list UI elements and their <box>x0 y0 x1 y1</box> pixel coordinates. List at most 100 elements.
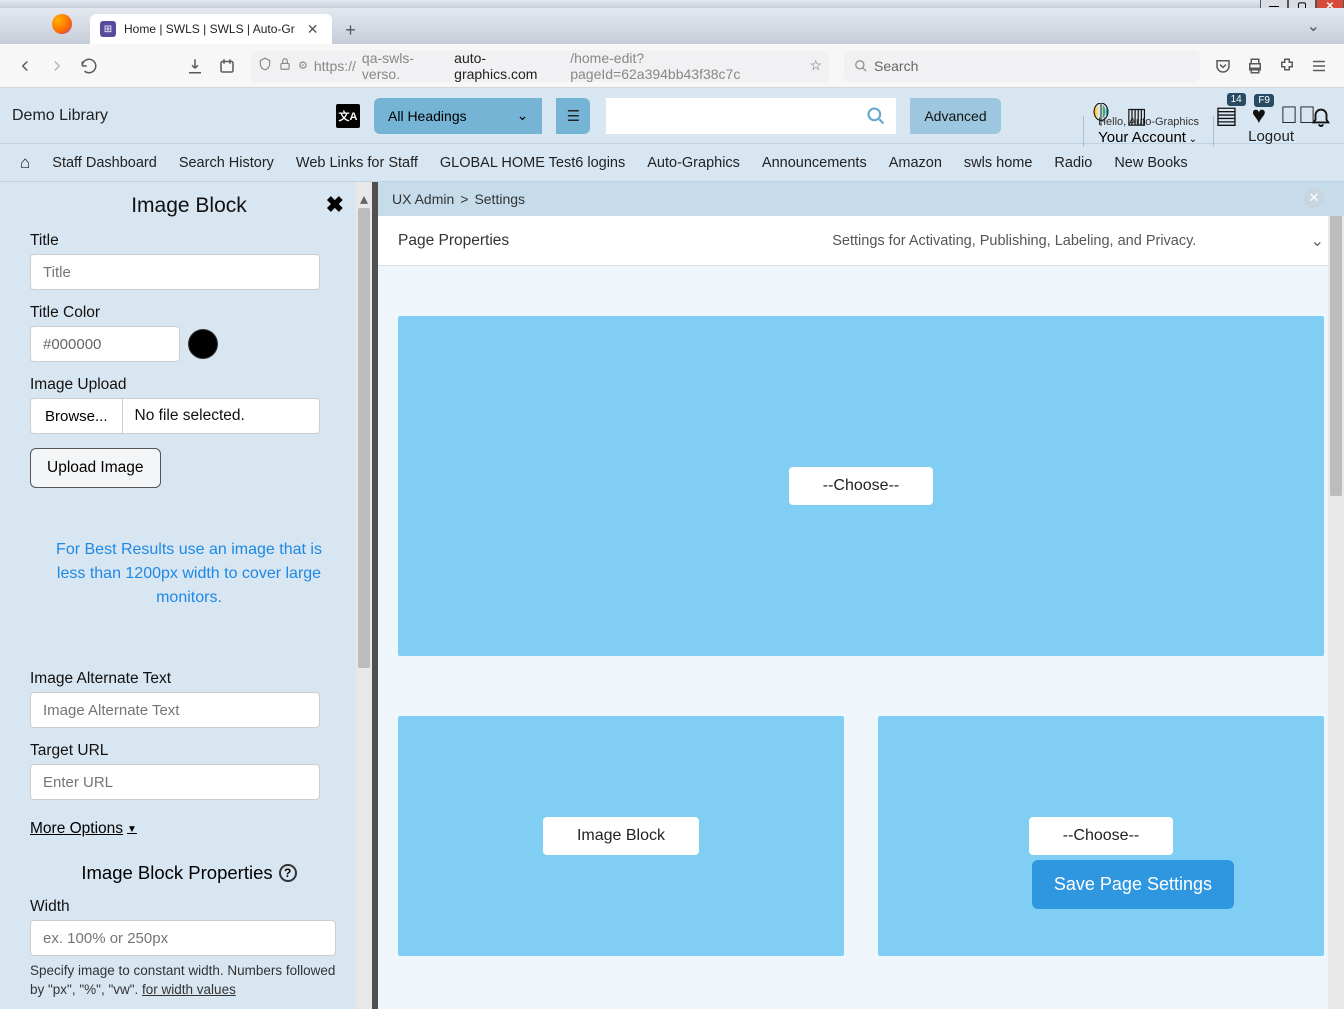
layout-block-right[interactable]: --Choose-- <box>878 716 1324 956</box>
more-options-toggle[interactable]: More Options ▼ <box>30 820 137 838</box>
window-titlebar: — ▢ ✕ <box>0 0 1344 8</box>
main-area: ▴ Image Block ✖ Title Title Color Image … <box>0 182 1344 1009</box>
nav-item[interactable]: Auto-Graphics <box>647 155 740 171</box>
scroll-up-arrow-icon[interactable]: ▴ <box>356 192 372 206</box>
title-input[interactable] <box>30 254 320 290</box>
nav-item[interactable]: Staff Dashboard <box>52 155 157 171</box>
nav-item[interactable]: Announcements <box>762 155 867 171</box>
shield-icon <box>258 57 272 74</box>
page-properties-desc: Settings for Activating, Publishing, Lab… <box>718 233 1311 249</box>
alt-text-input[interactable] <box>30 692 320 728</box>
url-protocol: https:// <box>314 58 356 74</box>
firefox-logo-icon <box>52 14 72 34</box>
url-domain: auto-graphics.com <box>454 50 564 82</box>
image-hint-text: For Best Results use an image that is le… <box>30 538 348 610</box>
advanced-label: Advanced <box>924 108 986 124</box>
sidebar-scrollbar-thumb[interactable] <box>358 208 370 668</box>
browser-tab[interactable]: ⊞ Home | SWLS | SWLS | Auto-Gr ✕ <box>90 14 332 44</box>
container-icon[interactable] <box>218 57 236 75</box>
heart-icon[interactable]: ♥F9 <box>1252 102 1266 130</box>
nav-item[interactable]: swls home <box>964 155 1033 171</box>
config-sidebar: ▴ Image Block ✖ Title Title Color Image … <box>0 182 372 1009</box>
translate-icon[interactable]: 文A <box>336 104 360 128</box>
canvas-scrollbar-thumb[interactable] <box>1330 196 1342 496</box>
url-bar[interactable]: ⚙ https:// qa-swls-verso.auto-graphics.co… <box>250 50 830 82</box>
browser-searchbar[interactable]: Search <box>844 50 1200 82</box>
nav-item[interactable]: Amazon <box>889 155 942 171</box>
tab-favicon-icon: ⊞ <box>100 21 116 37</box>
width-input[interactable] <box>30 920 336 956</box>
download-icon[interactable] <box>186 57 204 75</box>
choose-dropdown[interactable]: --Choose-- <box>789 467 933 505</box>
app-menu-button[interactable] <box>1310 57 1328 75</box>
nav-item[interactable]: Web Links for Staff <box>296 155 418 171</box>
properties-subtitle: Image Block Properties ? <box>30 862 348 884</box>
color-swatch[interactable] <box>188 329 218 359</box>
search-placeholder: Search <box>874 58 918 74</box>
properties-label: Image Block Properties <box>81 862 272 884</box>
pocket-icon[interactable] <box>1214 57 1232 75</box>
search-icon <box>854 59 868 73</box>
browser-tabstrip: ⊞ Home | SWLS | SWLS | Auto-Gr ✕ + ⌄ <box>0 8 1344 44</box>
tab-title: Home | SWLS | SWLS | Auto-Gr <box>124 22 295 36</box>
database-icon[interactable]: ☰ <box>556 98 590 134</box>
width-values-link[interactable]: for width values <box>142 982 236 997</box>
browse-button[interactable]: Browse... <box>31 399 123 433</box>
panel-title: Image Block <box>30 194 348 218</box>
breadcrumb-close-icon[interactable]: ✕ <box>1304 188 1324 208</box>
nav-forward-button[interactable] <box>48 57 66 75</box>
target-url-label: Target URL <box>30 742 348 760</box>
chevron-down-icon: ⌄ <box>517 107 529 124</box>
close-panel-icon[interactable]: ✖ <box>326 192 344 218</box>
permissions-icon: ⚙ <box>298 59 308 72</box>
help-icon[interactable]: ? <box>279 864 297 882</box>
nav-item[interactable]: New Books <box>1114 155 1187 171</box>
more-options-label: More Options <box>30 820 123 838</box>
notification-bell-icon[interactable] <box>1310 104 1332 128</box>
home-icon[interactable]: ⌂ <box>20 153 30 173</box>
new-tab-button[interactable]: + <box>336 16 364 44</box>
caret-down-icon: ▼ <box>127 824 137 835</box>
library-title: Demo Library <box>12 107 322 125</box>
editor-canvas: UX Admin > Settings ✕ Page Properties Se… <box>378 182 1344 1009</box>
title-color-input[interactable] <box>30 326 180 362</box>
layout-block-left[interactable]: Image Block <box>398 716 844 956</box>
title-label: Title <box>30 232 348 250</box>
nav-reload-button[interactable] <box>80 57 98 75</box>
file-input[interactable]: Browse... No file selected. <box>30 398 320 434</box>
breadcrumb-item[interactable]: UX Admin <box>392 191 454 207</box>
extensions-icon[interactable] <box>1278 57 1296 75</box>
print-icon[interactable] <box>1246 57 1264 75</box>
list-icon[interactable]: ▤14 <box>1215 101 1238 130</box>
tabs-overflow-icon[interactable]: ⌄ <box>1307 16 1320 36</box>
headings-dropdown[interactable]: All Headings ⌄ <box>374 98 542 134</box>
choose-dropdown[interactable]: --Choose-- <box>1029 817 1173 855</box>
url-subdomain: qa-swls-verso. <box>362 50 448 82</box>
hello-text: Hello, Auto-Graphics <box>1098 116 1199 129</box>
block-type-label[interactable]: Image Block <box>543 817 699 855</box>
target-url-input[interactable] <box>30 764 320 800</box>
width-label: Width <box>30 898 348 916</box>
nav-item[interactable]: Search History <box>179 155 274 171</box>
layout-block-full[interactable]: --Choose-- <box>398 316 1324 656</box>
url-path: /home-edit?pageId=62a394bb43f38c7c <box>570 50 803 82</box>
upload-image-button[interactable]: Upload Image <box>30 448 161 488</box>
chevron-down-icon: ⌄ <box>1311 231 1324 251</box>
account-menu[interactable]: Hello, Auto-Graphics Your Account ⌄ <box>1083 116 1214 147</box>
nav-back-button[interactable] <box>16 57 34 75</box>
breadcrumb-item[interactable]: Settings <box>474 191 525 207</box>
lock-icon <box>278 57 292 74</box>
headings-label: All Headings <box>388 108 467 124</box>
logout-link[interactable]: Logout <box>1238 128 1304 145</box>
page-properties-title: Page Properties <box>398 232 718 250</box>
badge-f9: F9 <box>1254 94 1274 107</box>
page-properties-row[interactable]: Page Properties Settings for Activating,… <box>378 216 1344 266</box>
nav-item[interactable]: Radio <box>1054 155 1092 171</box>
catalog-search-input[interactable] <box>606 98 896 134</box>
bookmark-star-icon[interactable]: ☆ <box>809 57 822 74</box>
tab-close-icon[interactable]: ✕ <box>303 21 323 38</box>
save-page-settings-button[interactable]: Save Page Settings <box>1032 860 1234 909</box>
alt-text-label: Image Alternate Text <box>30 670 348 688</box>
nav-item[interactable]: GLOBAL HOME Test6 logins <box>440 155 625 171</box>
advanced-search-button[interactable]: Advanced <box>910 98 1000 134</box>
